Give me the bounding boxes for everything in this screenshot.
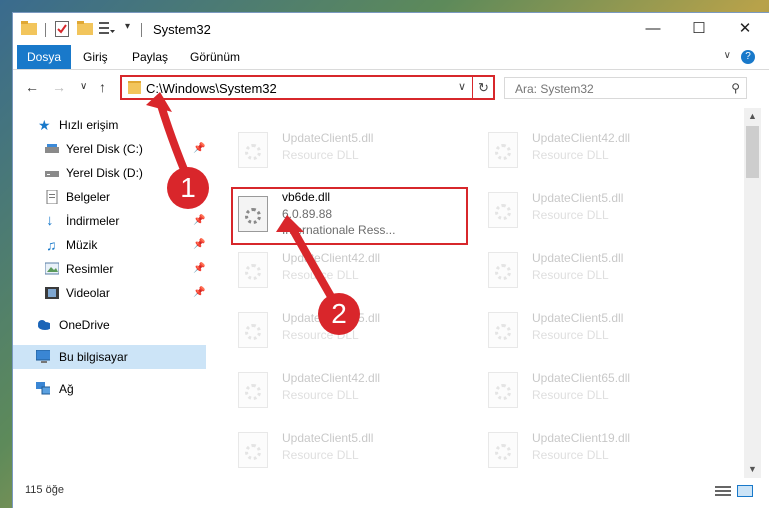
step-badge-2: 2 xyxy=(318,293,360,335)
arrow-1 xyxy=(156,98,189,176)
step-badge-1: 1 xyxy=(167,167,209,209)
annotation-arrows xyxy=(146,92,337,304)
arrow-2 xyxy=(288,224,337,304)
arrow-2-head xyxy=(276,215,304,232)
